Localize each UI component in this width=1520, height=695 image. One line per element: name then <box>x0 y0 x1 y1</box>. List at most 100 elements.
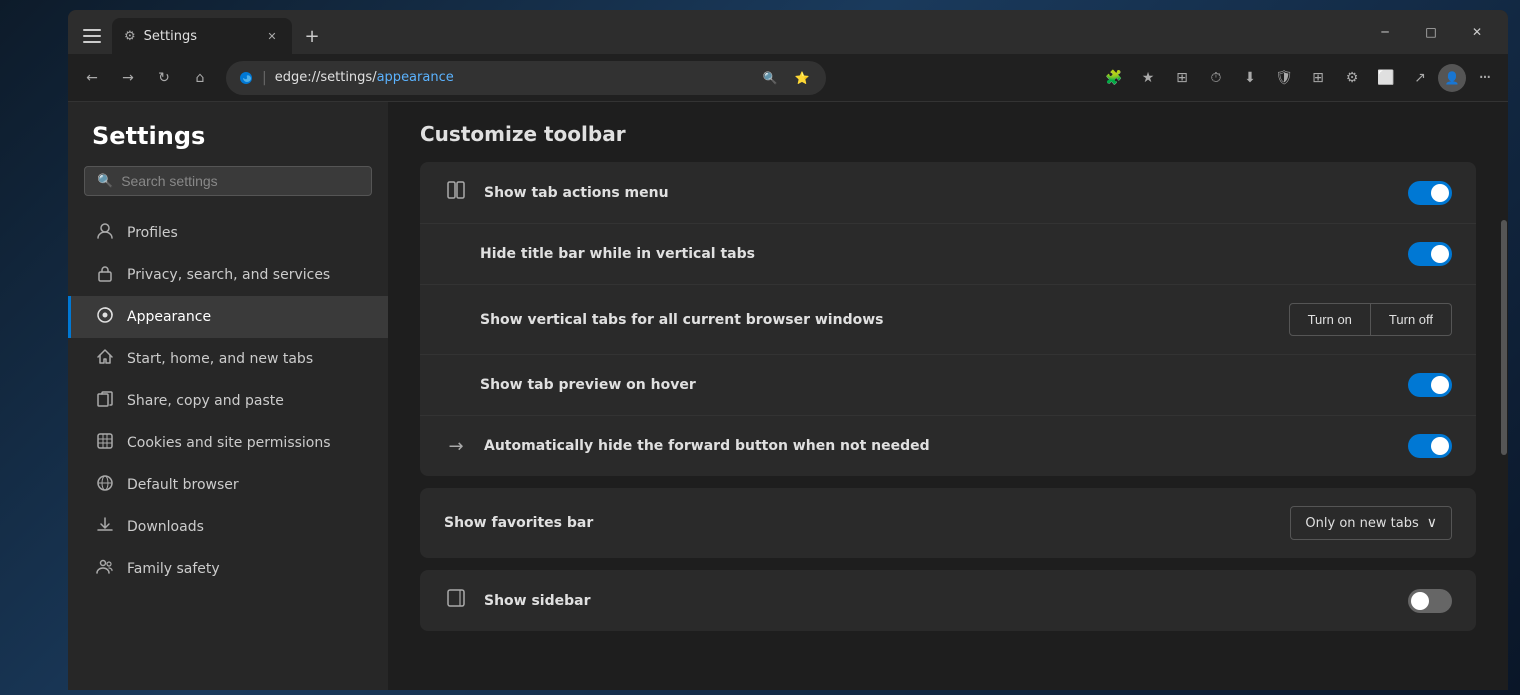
refresh-button[interactable]: ↻ <box>148 62 180 94</box>
profiles-label: Profiles <box>127 225 178 241</box>
family-safety-label: Family safety <box>127 561 220 577</box>
favorites-bar-icon[interactable]: ★ <box>1132 62 1164 94</box>
downloads-icon[interactable]: ⬇ <box>1234 62 1266 94</box>
tab-icon: ⚙ <box>124 29 136 44</box>
appearance-label: Appearance <box>127 309 211 325</box>
hide-forward-label: Automatically hide the forward button wh… <box>484 438 1392 454</box>
search-settings-input[interactable] <box>121 173 359 189</box>
maximize-button[interactable]: □ <box>1408 16 1454 48</box>
address-path: appearance <box>377 70 454 85</box>
start-home-label: Start, home, and new tabs <box>127 351 313 367</box>
sidebar-item-privacy[interactable]: Privacy, search, and services <box>68 254 388 296</box>
tab-bar: ⚙ Settings ✕ + ─ □ ✕ <box>68 10 1508 54</box>
profile-avatar[interactable]: 👤 <box>1438 64 1466 92</box>
minimize-button[interactable]: ─ <box>1362 16 1408 48</box>
settings-content: Customize toolbar Show tab actions menu <box>388 102 1508 690</box>
vertical-tabs-btn-group: Turn on Turn off <box>1289 303 1452 336</box>
hide-forward-btn-row: → Automatically hide the forward button … <box>420 416 1476 476</box>
turn-off-button[interactable]: Turn off <box>1371 303 1452 336</box>
extensions-icon[interactable]: 🧩 <box>1098 62 1130 94</box>
show-tab-actions-row: Show tab actions menu <box>420 162 1476 224</box>
new-tab-button[interactable]: + <box>296 20 328 52</box>
address-prefix: edge://settings/ <box>275 70 377 85</box>
section-title: Customize toolbar <box>420 122 1476 146</box>
show-tab-actions-toggle[interactable] <box>1408 181 1452 205</box>
privacy-icon <box>95 264 115 286</box>
edge-logo-icon <box>238 70 254 86</box>
show-vertical-tabs-label: Show vertical tabs for all current brows… <box>444 312 1273 328</box>
tab-preview-label: Show tab preview on hover <box>444 377 1392 393</box>
address-text: edge://settings/appearance <box>275 70 750 85</box>
sidebar-title: Settings <box>68 122 388 166</box>
turn-on-button[interactable]: Turn on <box>1289 303 1371 336</box>
share-icon[interactable]: ↗ <box>1404 62 1436 94</box>
tab-preview-toggle[interactable] <box>1408 373 1452 397</box>
share-copy-icon <box>95 390 115 412</box>
tab-close-btn[interactable]: ✕ <box>264 28 280 44</box>
show-sidebar-toggle[interactable] <box>1408 589 1452 613</box>
tab-preview-row: Show tab preview on hover <box>420 355 1476 416</box>
main-content: Settings 🔍 Profiles <box>68 102 1508 690</box>
favorites-icon[interactable]: ⭐ <box>790 66 814 90</box>
search-icon: 🔍 <box>97 174 113 189</box>
address-bar[interactable]: | edge://settings/appearance 🔍 ⭐ <box>226 61 826 95</box>
sidebar-toggle-btn[interactable] <box>76 20 108 52</box>
show-vertical-tabs-row: Show vertical tabs for all current brows… <box>420 285 1476 355</box>
hide-forward-toggle[interactable] <box>1408 434 1452 458</box>
hide-title-bar-row: Hide title bar while in vertical tabs <box>420 224 1476 285</box>
favorites-bar-value: Only on new tabs <box>1305 516 1418 531</box>
show-sidebar-row: Show sidebar <box>420 570 1476 631</box>
scrollbar-track <box>1500 102 1508 690</box>
forward-arrow-icon: → <box>444 436 468 457</box>
sidebar-item-family-safety[interactable]: Family safety <box>68 548 388 590</box>
back-button[interactable]: ← <box>76 62 108 94</box>
toolbar: ← → ↻ ⌂ | edge://settings/appearance 🔍 ⭐… <box>68 54 1508 102</box>
tab-bar-left: ⚙ Settings ✕ + <box>76 18 328 54</box>
sidebar-item-downloads[interactable]: Downloads <box>68 506 388 548</box>
close-button[interactable]: ✕ <box>1454 16 1500 48</box>
share-copy-label: Share, copy and paste <box>127 393 284 409</box>
window-controls: ─ □ ✕ <box>1362 16 1500 54</box>
sidebar-item-share-copy[interactable]: Share, copy and paste <box>68 380 388 422</box>
favorites-bar-dropdown[interactable]: Only on new tabs ∨ <box>1290 506 1452 540</box>
toolbar-right: 🧩 ★ ⊞ ⏱ ⬇ 🛡 ⊞ ⚙ ⬜ ↗ 👤 ··· <box>1098 62 1500 94</box>
sidebar-item-cookies[interactable]: Cookies and site permissions <box>68 422 388 464</box>
forward-button[interactable]: → <box>112 62 144 94</box>
collections-icon[interactable]: ⊞ <box>1166 62 1198 94</box>
tab-title: Settings <box>144 29 256 44</box>
home-button[interactable]: ⌂ <box>184 62 216 94</box>
favorites-bar-card: Show favorites bar Only on new tabs ∨ <box>420 488 1476 558</box>
sidebar-item-start-home[interactable]: Start, home, and new tabs <box>68 338 388 380</box>
default-browser-label: Default browser <box>127 477 239 493</box>
history-icon[interactable]: ⏱ <box>1200 62 1232 94</box>
apps-icon[interactable]: ⊞ <box>1302 62 1334 94</box>
downloads-label: Downloads <box>127 519 204 535</box>
downloads-nav-icon <box>95 516 115 538</box>
default-browser-icon <box>95 474 115 496</box>
sidebar-icon <box>444 588 468 613</box>
toolbar-settings-card: Show tab actions menu Hide title bar whi… <box>420 162 1476 476</box>
favorites-bar-row: Show favorites bar Only on new tabs ∨ <box>420 488 1476 558</box>
start-home-icon <box>95 348 115 370</box>
appearance-icon <box>95 306 115 328</box>
security-icon[interactable]: 🛡 <box>1268 62 1300 94</box>
settings-sidebar: Settings 🔍 Profiles <box>68 102 388 690</box>
show-tab-actions-label: Show tab actions menu <box>484 185 1392 201</box>
split-screen-icon[interactable]: ⬜ <box>1370 62 1402 94</box>
hide-title-bar-toggle[interactable] <box>1408 242 1452 266</box>
browser-window: ⚙ Settings ✕ + ─ □ ✕ ← → ↻ ⌂ | <box>68 10 1508 690</box>
address-search-icon[interactable]: 🔍 <box>758 66 782 90</box>
scrollbar-thumb[interactable] <box>1501 220 1507 455</box>
more-options-btn[interactable]: ··· <box>1468 62 1500 94</box>
hide-title-bar-label: Hide title bar while in vertical tabs <box>444 246 1392 262</box>
cookies-label: Cookies and site permissions <box>127 435 331 451</box>
sidebar-item-appearance[interactable]: Appearance <box>68 296 388 338</box>
sidebar-item-profiles[interactable]: Profiles <box>68 212 388 254</box>
settings-tab[interactable]: ⚙ Settings ✕ <box>112 18 292 54</box>
browser-essentials-icon[interactable]: ⚙ <box>1336 62 1368 94</box>
profiles-icon <box>95 222 115 244</box>
sidebar-item-default-browser[interactable]: Default browser <box>68 464 388 506</box>
privacy-label: Privacy, search, and services <box>127 267 330 283</box>
favorites-bar-label: Show favorites bar <box>444 515 1274 531</box>
search-settings-box[interactable]: 🔍 <box>84 166 372 196</box>
